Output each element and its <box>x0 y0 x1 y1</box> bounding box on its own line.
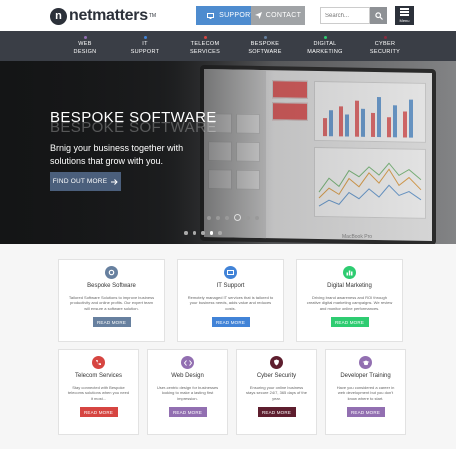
logo-mark: n <box>50 7 67 25</box>
phone-icon <box>92 356 105 369</box>
nav-label-line2: MARKETING <box>307 48 343 55</box>
nav-item-web-design[interactable]: WEB DESIGN <box>55 31 115 61</box>
netmatters-logo[interactable]: n netmatters TM <box>50 7 156 25</box>
nav-label-line2: SOFTWARE <box>248 48 282 55</box>
nav-label-line1: DIGITAL <box>313 41 337 48</box>
menu-label: Menu <box>399 18 410 23</box>
nav-item-bespoke-software[interactable]: BESPOKE SOFTWARE <box>235 31 295 61</box>
nav-label-line2: SUPPORT <box>130 48 160 55</box>
nav-label-line2: SERVICES <box>189 48 221 55</box>
logo-trademark: TM <box>148 13 157 19</box>
read-more-button[interactable]: READ MORE <box>211 317 250 328</box>
service-card-developer-training[interactable]: Developer Training Have you considered a… <box>325 349 406 435</box>
search-button[interactable] <box>370 7 387 24</box>
find-out-more-label: FIND OUT MORE <box>52 178 108 185</box>
service-card-it-support[interactable]: IT Support Remotely managed IT services … <box>177 259 284 342</box>
read-more-button[interactable]: READ MORE <box>330 317 369 328</box>
nav-label-line2: SECURITY <box>369 48 401 55</box>
hero-title: BESPOKE SOFTWARE <box>50 109 217 126</box>
carousel-dot[interactable] <box>246 215 250 220</box>
read-more-button[interactable]: READ MORE <box>346 407 385 418</box>
service-title: Cyber Security <box>256 373 297 379</box>
nav-label-line1: WEB <box>78 41 92 48</box>
find-out-more-button[interactable]: FIND OUT MORE <box>50 172 121 191</box>
service-title: Developer Training <box>340 373 391 379</box>
logo-text: netmatters <box>69 7 148 24</box>
nav-dot-icon <box>323 36 327 40</box>
support-label: SUPPORT <box>219 12 255 19</box>
service-description: Remotely managed IT services that is tai… <box>187 295 274 311</box>
service-description: Ensuring your online business stays secu… <box>246 385 307 401</box>
nav-dot-icon <box>383 36 387 40</box>
service-title: Web Design <box>171 373 204 379</box>
laptop-brand-label: MacBook Pro <box>342 234 373 240</box>
nav-item-digital-marketing[interactable]: DIGITAL MARKETING <box>295 31 355 61</box>
carousel-dot-active[interactable] <box>234 214 241 221</box>
service-description: Have you considered a career in web deve… <box>336 385 395 401</box>
carousel-dot[interactable] <box>184 231 188 235</box>
arrow-right-icon <box>111 178 118 185</box>
gear-icon <box>105 266 118 279</box>
nav-dot-icon <box>263 36 267 40</box>
service-title: Telecom Services <box>74 373 122 379</box>
service-description: User-centric design for businesses looki… <box>156 385 219 401</box>
service-card-cyber-security[interactable]: Cyber Security Ensuring your online busi… <box>236 349 317 435</box>
carousel-dot[interactable] <box>192 231 196 235</box>
menu-button[interactable]: Menu <box>395 6 414 25</box>
hero-subtitle: Brnig your business together with soluti… <box>50 143 184 167</box>
service-description: Tailored Software Solutions to improve b… <box>68 295 155 311</box>
service-card-web-design[interactable]: Web Design User-centric design for busin… <box>147 349 228 435</box>
shield-icon <box>270 356 283 369</box>
nav-item-it-support[interactable]: IT SUPPORT <box>115 31 175 61</box>
bar-chart-icon <box>343 266 356 279</box>
carousel-dot[interactable] <box>201 231 205 235</box>
search-input[interactable] <box>320 7 370 24</box>
nav-label-line1: TELECOM <box>190 41 220 48</box>
main-nav: WEB DESIGN IT SUPPORT TELECOM SERVICES B… <box>0 31 456 61</box>
carousel-dot[interactable] <box>225 215 229 220</box>
code-icon <box>181 356 194 369</box>
hero-carousel-dots <box>207 214 259 221</box>
contact-button[interactable]: CONTACT <box>251 6 305 25</box>
search-icon <box>374 11 383 20</box>
read-more-button[interactable]: READ MORE <box>79 407 118 418</box>
service-title: Bespoke Software <box>87 283 136 289</box>
service-card-bespoke-software[interactable]: Bespoke Software Tailored Software Solut… <box>58 259 165 342</box>
hamburger-bar <box>400 11 409 13</box>
nav-item-cyber-security[interactable]: CYBER SECURITY <box>355 31 415 61</box>
graduation-cap-icon <box>359 356 372 369</box>
hamburger-icon <box>400 8 409 10</box>
nav-label-line1: IT <box>142 41 148 48</box>
service-card-digital-marketing[interactable]: Digital Marketing Driving brand awarenes… <box>296 259 403 342</box>
paper-plane-icon <box>254 12 262 19</box>
carousel-dot[interactable] <box>255 215 259 220</box>
carousel-dot[interactable] <box>216 215 220 220</box>
service-title: Digital Marketing <box>327 283 372 289</box>
service-card-telecom-services[interactable]: Telecom Services Stay connected with Bes… <box>58 349 139 435</box>
read-more-button[interactable]: READ MORE <box>257 407 296 418</box>
laptop-carousel-dots <box>184 231 222 235</box>
monitor-icon <box>224 266 237 279</box>
nav-item-telecom-services[interactable]: TELECOM SERVICES <box>175 31 235 61</box>
nav-dot-icon <box>203 36 207 40</box>
service-description: Driving brand awareness and ROI through … <box>306 295 393 311</box>
hamburger-bar <box>400 14 409 16</box>
nav-label-line1: BESPOKE <box>250 41 280 48</box>
service-title: IT Support <box>216 283 245 289</box>
nav-dot-icon <box>143 36 147 40</box>
read-more-button[interactable]: READ MORE <box>92 317 131 328</box>
nav-label-line1: CYBER <box>374 41 396 48</box>
monitor-icon <box>207 12 215 19</box>
services-section: Bespoke Software Tailored Software Solut… <box>0 244 456 449</box>
hero-banner: BESPOKE SOFTWARE BESPOKE SOFTWARE Brnig … <box>0 61 456 244</box>
carousel-dot[interactable] <box>207 215 211 220</box>
site-header: n netmatters TM SUPPORT CONTACT Menu <box>0 0 456 31</box>
contact-label: CONTACT <box>265 12 302 19</box>
nav-label-line2: DESIGN <box>73 48 97 55</box>
nav-dot-icon <box>83 36 87 40</box>
service-description: Stay connected with Bespoke telecoms sol… <box>67 385 130 401</box>
read-more-button[interactable]: READ MORE <box>168 407 207 418</box>
carousel-dot-active[interactable] <box>209 231 213 235</box>
carousel-dot[interactable] <box>218 231 222 235</box>
